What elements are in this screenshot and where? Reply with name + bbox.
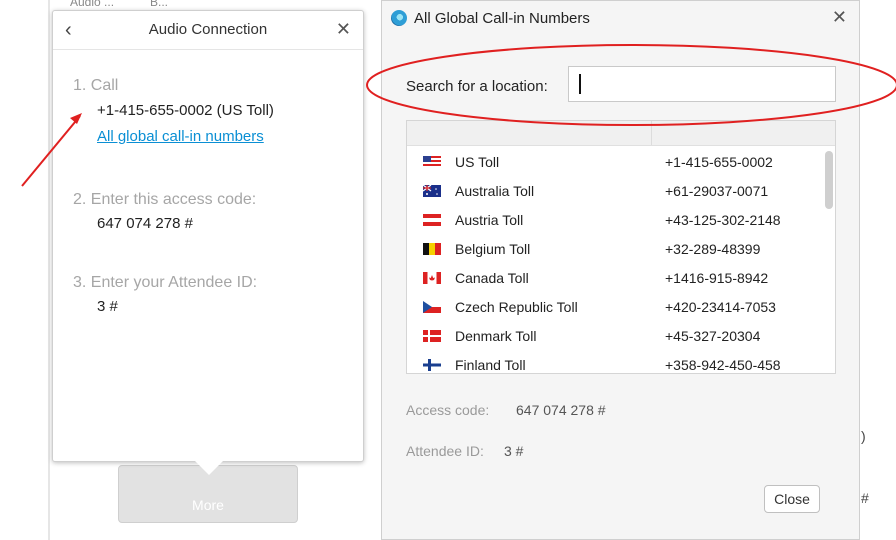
belgium-flag-icon (423, 243, 441, 255)
country-name: Austria Toll (455, 212, 524, 228)
finland-flag-icon (423, 359, 441, 371)
popover-pointer (195, 461, 223, 475)
us-flag-icon (423, 156, 441, 168)
background-text-fragment: # (861, 490, 869, 506)
step-2-label: 2. Enter this access code: (73, 191, 257, 208)
austria-flag-icon (423, 214, 441, 226)
country-name: Finland Toll (455, 357, 526, 373)
denmark-flag-icon (423, 330, 441, 342)
phone-number: +420-23414-7053 (665, 299, 776, 315)
background-app (0, 0, 48, 540)
close-icon[interactable]: ✕ (832, 7, 847, 28)
background-divider (48, 0, 50, 540)
attendee-id-value: 3 # (97, 298, 118, 315)
table-row[interactable]: US Toll +1-415-655-0002 (407, 149, 817, 178)
more-button-label: More (192, 497, 224, 513)
australia-flag-icon (423, 185, 441, 197)
background-text-fragment: ) (861, 428, 866, 444)
close-icon[interactable]: ✕ (336, 19, 351, 39)
table-header (407, 121, 835, 146)
background-text-fragment: B... (150, 0, 169, 9)
audio-connection-title: Audio Connection (148, 21, 268, 38)
table-row[interactable]: Denmark Toll +45-327-20304 (407, 323, 817, 352)
access-code-value: 647 074 278 # (97, 215, 193, 232)
audio-connection-header: ‹ Audio Connection ✕ (53, 11, 363, 50)
phone-number: +1-415-655-0002 (665, 154, 773, 170)
country-name: Australia Toll (455, 183, 535, 199)
text-cursor (579, 74, 581, 94)
dialog-titlebar: All Global Call-in Numbers ✕ (382, 1, 859, 35)
table-scrollbar[interactable] (825, 149, 833, 369)
attendee-id-value: 3 # (504, 443, 524, 459)
phone-number: +32-289-48399 (665, 241, 761, 257)
table-row[interactable]: Czech Republic Toll +420-23414-7053 (407, 294, 817, 323)
global-call-in-numbers-link[interactable]: All global call-in numbers (97, 128, 264, 145)
dialog-title: All Global Call-in Numbers (414, 10, 590, 27)
phone-number: +358-942-450-458 (665, 357, 781, 373)
scrollbar-thumb[interactable] (825, 151, 833, 209)
search-location-label: Search for a location: (406, 78, 548, 95)
table-row[interactable]: Canada Toll +1416-915-8942 (407, 265, 817, 294)
close-button[interactable]: Close (764, 485, 820, 513)
webex-logo-icon (391, 10, 407, 26)
phone-number: +43-125-302-2148 (665, 212, 781, 228)
attendee-id-label: Attendee ID: (406, 443, 484, 459)
country-name: Canada Toll (455, 270, 529, 286)
table-row[interactable]: Belgium Toll +32-289-48399 (407, 236, 817, 265)
country-name: Belgium Toll (455, 241, 531, 257)
search-location-input[interactable] (568, 66, 836, 102)
background-text-fragment: Audio ... (70, 0, 115, 9)
country-name: Czech Republic Toll (455, 299, 578, 315)
table-row[interactable]: Austria Toll +43-125-302-2148 (407, 207, 817, 236)
global-call-in-dialog: All Global Call-in Numbers ✕ Search for … (381, 0, 860, 540)
country-name: US Toll (455, 154, 500, 170)
canada-flag-icon (423, 272, 441, 284)
phone-number: +45-327-20304 (665, 328, 761, 344)
column-divider (651, 121, 652, 145)
access-code-value: 647 074 278 # (516, 402, 606, 418)
phone-number: +1416-915-8942 (665, 270, 769, 286)
phone-number: +61-29037-0071 (665, 183, 769, 199)
country-name: Denmark Toll (455, 328, 537, 344)
call-in-numbers-table: US Toll +1-415-655-0002 Australia Toll +… (406, 120, 836, 374)
table-row[interactable]: Finland Toll +358-942-450-458 (407, 352, 817, 373)
czech-flag-icon (423, 301, 441, 313)
access-code-label: Access code: (406, 402, 490, 418)
audio-connection-panel: ‹ Audio Connection ✕ 1. Call +1-415-655-… (52, 10, 364, 462)
background-gap (362, 0, 381, 540)
call-in-number: +1-415-655-0002 (US Toll) (97, 102, 274, 119)
table-row[interactable]: Australia Toll +61-29037-0071 (407, 178, 817, 207)
step-3-label: 3. Enter your Attendee ID: (73, 274, 258, 291)
step-1-label: 1. Call (73, 77, 119, 94)
